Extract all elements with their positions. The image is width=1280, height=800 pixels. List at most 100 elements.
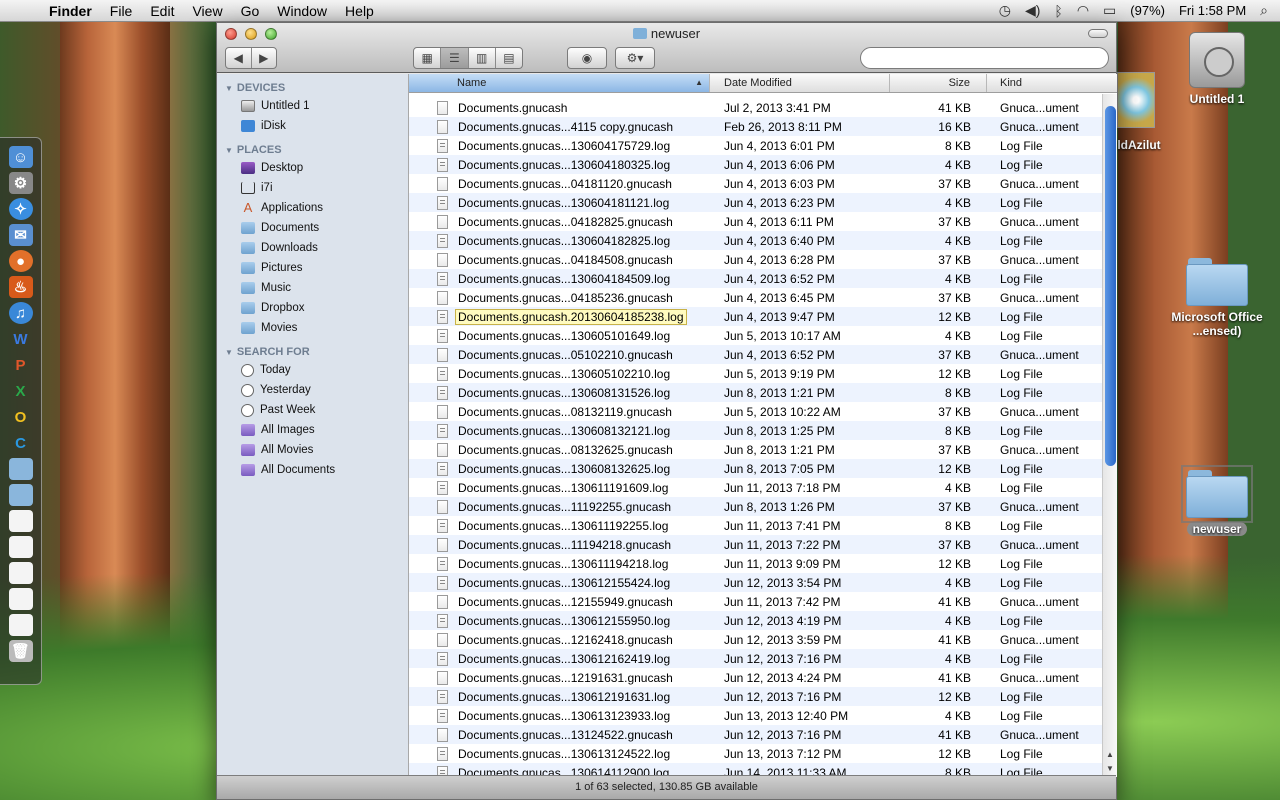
outlook-dock-icon[interactable]: O bbox=[9, 406, 33, 428]
search-input[interactable] bbox=[860, 47, 1109, 69]
menu-go[interactable]: Go bbox=[232, 3, 269, 19]
sidebar-item-idisk[interactable]: iDisk bbox=[217, 116, 408, 136]
action-menu-button[interactable]: ⚙▾ bbox=[615, 47, 655, 69]
menu-edit[interactable]: Edit bbox=[141, 3, 183, 19]
wifi-icon[interactable]: ◠ bbox=[1077, 2, 1089, 19]
time-machine-icon[interactable]: ◷ bbox=[999, 2, 1011, 19]
column-header-date-modified[interactable]: Date Modified bbox=[710, 74, 890, 92]
sidebar-item-home[interactable]: i7i bbox=[217, 178, 408, 198]
table-row[interactable]: Documents.gnucash Jul 2, 2013 3:41 PM 41 K… bbox=[409, 98, 1102, 117]
sidebar-item-all-movies[interactable]: All Movies bbox=[217, 440, 408, 460]
table-row[interactable]: Documents.gnucas...130608131526.log Jun 8… bbox=[409, 383, 1102, 402]
sidebar-item-applications[interactable]: A Applications bbox=[217, 198, 408, 218]
scroll-up-arrow-icon[interactable]: ▲ bbox=[1106, 750, 1114, 759]
column-view-icon[interactable]: ▥ bbox=[469, 48, 496, 68]
trash-dock-icon[interactable]: 🗑 bbox=[8, 640, 33, 662]
document-dock-icon[interactable] bbox=[8, 536, 33, 558]
menu-view[interactable]: View bbox=[183, 3, 231, 19]
scroll-down-arrow-icon[interactable]: ▼ bbox=[1106, 764, 1114, 773]
table-row[interactable]: Documents.gnucas...4115 copy.gnucash Feb … bbox=[409, 117, 1102, 136]
table-row[interactable]: Documents.gnucas...13124522.gnucash Jun 1… bbox=[409, 725, 1102, 744]
itunes-dock-icon[interactable]: ♫ bbox=[8, 302, 33, 324]
vertical-scrollbar[interactable]: ▲ ▼ bbox=[1102, 94, 1117, 777]
sidebar-item-all-documents[interactable]: All Documents bbox=[217, 460, 408, 480]
communicator-dock-icon[interactable]: C bbox=[9, 432, 33, 454]
table-row[interactable]: Documents.gnucas...08132625.gnucash Jun 8… bbox=[409, 440, 1102, 459]
app-menu-finder[interactable]: Finder bbox=[40, 3, 101, 19]
sidebar-item-past-week[interactable]: Past Week bbox=[217, 400, 408, 420]
desktop-icon-microsoft-office[interactable]: Microsoft Office ...ensed) bbox=[1168, 258, 1266, 338]
table-row[interactable]: Documents.gnucas...130611192255.log Jun 1… bbox=[409, 516, 1102, 535]
table-row[interactable]: Documents.gnucas...130604184509.log Jun 4… bbox=[409, 269, 1102, 288]
sidebar-item-all-images[interactable]: All Images bbox=[217, 420, 408, 440]
table-row[interactable]: Documents.gnucas...130604181121.log Jun 4… bbox=[409, 193, 1102, 212]
excel-dock-icon[interactable]: X bbox=[9, 380, 33, 402]
table-row[interactable]: Documents.gnucas...130605102210.log Jun 5… bbox=[409, 364, 1102, 383]
table-row[interactable]: Documents.gnucas...130611194218.log Jun 1… bbox=[409, 554, 1102, 573]
applications-stack-dock-icon[interactable] bbox=[8, 458, 33, 480]
app-dock-icon[interactable]: ♨ bbox=[8, 276, 33, 298]
sidebar-item-music[interactable]: Music bbox=[217, 278, 408, 298]
toolbar-toggle-button[interactable] bbox=[1088, 29, 1108, 38]
table-row[interactable]: Documents.gnucas...130608132625.log Jun 8… bbox=[409, 459, 1102, 478]
icon-view-icon[interactable]: ▦ bbox=[414, 48, 442, 68]
document-dock-icon[interactable] bbox=[8, 562, 33, 584]
window-titlebar[interactable]: newuser ◀ ▶ ▦ ☰ ▥ ▤ ◉ ⚙▾ bbox=[217, 23, 1116, 73]
table-row[interactable]: Documents.gnucas...130604180325.log Jun 4… bbox=[409, 155, 1102, 174]
document-dock-icon[interactable] bbox=[8, 588, 33, 610]
quick-look-button[interactable]: ◉ bbox=[567, 47, 607, 69]
desktop-icon-untitled-1[interactable]: Untitled 1 bbox=[1180, 32, 1254, 106]
menu-clock[interactable]: Fri 1:58 PM bbox=[1179, 3, 1246, 18]
table-row[interactable]: Documents.gnucas...130613123933.log Jun 1… bbox=[409, 706, 1102, 725]
sidebar-item-untitled-1[interactable]: Untitled 1 bbox=[217, 96, 408, 116]
table-row[interactable]: Documents.gnucas...04185236.gnucash Jun 4… bbox=[409, 288, 1102, 307]
table-row[interactable]: Documents.gnucas...11194218.gnucash Jun 1… bbox=[409, 535, 1102, 554]
bluetooth-icon[interactable]: ᛒ bbox=[1054, 3, 1062, 19]
scrollbar-thumb[interactable] bbox=[1105, 106, 1116, 466]
table-row[interactable]: Documents.gnucas...130604175729.log Jun 4… bbox=[409, 136, 1102, 155]
column-header-kind[interactable]: Kind bbox=[987, 74, 1117, 92]
cover-flow-icon[interactable]: ▤ bbox=[496, 48, 522, 68]
table-row[interactable]: Documents.gnucas...11192255.gnucash Jun 8… bbox=[409, 497, 1102, 516]
sidebar-item-dropbox[interactable]: Dropbox bbox=[217, 298, 408, 318]
mail-dock-icon[interactable]: ✉ bbox=[8, 224, 33, 246]
spotlight-icon[interactable]: ⌕ bbox=[1260, 2, 1268, 19]
table-row[interactable]: Documents.gnucas...130612162419.log Jun 1… bbox=[409, 649, 1102, 668]
menu-window[interactable]: Window bbox=[268, 3, 336, 19]
table-row[interactable]: Documents.gnucas...130612155424.log Jun 1… bbox=[409, 573, 1102, 592]
battery-icon[interactable]: ▭ bbox=[1103, 2, 1116, 19]
menu-help[interactable]: Help bbox=[336, 3, 383, 19]
sidebar-item-today[interactable]: Today bbox=[217, 360, 408, 380]
table-row[interactable]: Documents.gnucas...130604182825.log Jun 4… bbox=[409, 231, 1102, 250]
forward-button[interactable]: ▶ bbox=[252, 48, 277, 68]
table-row[interactable]: Documents.gnucas...04181120.gnucash Jun 4… bbox=[409, 174, 1102, 193]
sidebar-item-pictures[interactable]: Pictures bbox=[217, 258, 408, 278]
desktop-icon-partial[interactable]: ldAzilut bbox=[1117, 72, 1161, 152]
firefox-dock-icon[interactable]: ● bbox=[8, 250, 33, 272]
table-row[interactable]: Documents.gnucas...130605101649.log Jun 5… bbox=[409, 326, 1102, 345]
sidebar-item-downloads[interactable]: Downloads bbox=[217, 238, 408, 258]
table-row[interactable]: Documents.gnucas...130612155950.log Jun 1… bbox=[409, 611, 1102, 630]
finder-dock-icon[interactable]: ☺ bbox=[8, 146, 33, 168]
document-dock-icon[interactable] bbox=[8, 510, 33, 532]
table-row[interactable]: Documents.gnucash.20130604185238.log Jun … bbox=[409, 307, 1102, 326]
sidebar-header-places[interactable]: ▼ PLACES bbox=[217, 136, 408, 158]
back-button[interactable]: ◀ bbox=[226, 48, 252, 68]
menu-file[interactable]: File bbox=[101, 3, 142, 19]
table-row[interactable]: Documents.gnucas...130612191631.log Jun 1… bbox=[409, 687, 1102, 706]
table-row[interactable]: Documents.gnucas...12162418.gnucash Jun 1… bbox=[409, 630, 1102, 649]
table-row[interactable]: Documents.gnucas...05102210.gnucash Jun 4… bbox=[409, 345, 1102, 364]
volume-icon[interactable]: ◀) bbox=[1025, 2, 1040, 19]
powerpoint-dock-icon[interactable]: P bbox=[9, 354, 33, 376]
word-dock-icon[interactable]: W bbox=[9, 328, 33, 350]
sidebar-header-devices[interactable]: ▼ DEVICES bbox=[217, 74, 408, 96]
sidebar-item-documents[interactable]: Documents bbox=[217, 218, 408, 238]
sidebar-item-desktop[interactable]: Desktop bbox=[217, 158, 408, 178]
table-row[interactable]: Documents.gnucas...04182825.gnucash Jun 4… bbox=[409, 212, 1102, 231]
table-row[interactable]: Documents.gnucas...130611191609.log Jun 1… bbox=[409, 478, 1102, 497]
table-row[interactable]: Documents.gnucas...12191631.gnucash Jun 1… bbox=[409, 668, 1102, 687]
table-row[interactable]: Documents.gnucas...130613124522.log Jun 1… bbox=[409, 744, 1102, 763]
system-preferences-dock-icon[interactable]: ⚙ bbox=[8, 172, 33, 194]
table-row[interactable]: Documents.gnucas...08132119.gnucash Jun 5… bbox=[409, 402, 1102, 421]
column-header-name[interactable]: Name bbox=[409, 74, 710, 92]
